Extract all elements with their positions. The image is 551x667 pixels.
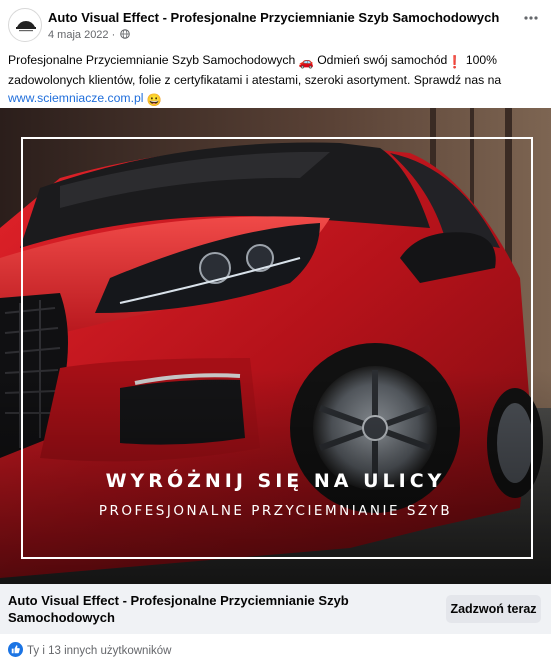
call-now-button[interactable]: Zadzwoń teraz [446, 595, 541, 623]
reactions-summary[interactable]: Ty i 13 innych użytkowników [8, 642, 171, 660]
post-header: Auto Visual Effect - Profesjonalne Przyc… [0, 0, 551, 44]
ad-image[interactable]: WYRÓŻNIJ SIĘ NA ULICY PROFESJONALNE PRZY… [0, 108, 551, 584]
date-separator: · [111, 29, 116, 41]
cta-title[interactable]: Auto Visual Effect - Profesjonalne Przyc… [8, 592, 408, 626]
ad-subheadline: PROFESJONALNE PRZYCIEMNIANIE SZYB [98, 503, 453, 519]
ad-headline: WYRÓŻNIJ SIĘ NA ULICY [105, 470, 446, 492]
brand-logo-icon [16, 21, 36, 32]
post-text-part-1: Profesjonalne Przyciemnianie Szyb Samoch… [8, 53, 299, 67]
smile-emoji-icon: 😀 [146, 93, 163, 107]
post-text-part-2: Odmień swój samochód [313, 53, 448, 67]
reactions-text[interactable]: Ty i 13 innych użytkowników [27, 645, 171, 657]
website-link[interactable]: www.sciemniacze.com.pl [8, 91, 143, 105]
page-avatar[interactable] [8, 8, 42, 42]
car-emoji-icon: 🚗 [298, 55, 314, 69]
more-options-icon[interactable] [523, 14, 539, 22]
post-date[interactable]: 4 maja 2022 [48, 29, 109, 41]
like-icon [8, 642, 23, 657]
post-timestamp[interactable]: 4 maja 2022 · [48, 29, 131, 41]
post-message: Profesjonalne Przyciemnianie Szyb Samoch… [8, 51, 538, 109]
globe-icon [120, 29, 131, 39]
page-name-link[interactable]: Auto Visual Effect - Profesjonalne Przyc… [48, 10, 499, 25]
exclamation-emoji-icon: ❗ [447, 55, 463, 69]
